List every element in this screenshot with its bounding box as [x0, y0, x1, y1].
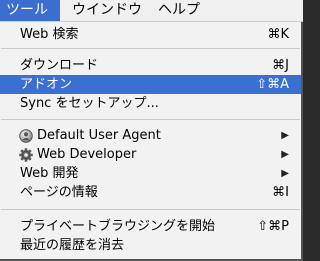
- menu-item-shortcut: ⌘J: [272, 58, 289, 73]
- gear-icon: [19, 148, 33, 162]
- menu-item-web-search[interactable]: Web 検索 ⌘K: [0, 25, 301, 44]
- submenu-arrow-icon: ▶: [281, 168, 289, 179]
- menu-item-label: ダウンロード: [20, 58, 99, 73]
- menu-item-shortcut: ⌘I: [272, 185, 289, 200]
- menu-item-web-developer[interactable]: Web Developer ▶: [0, 145, 301, 164]
- menu-item-default-user-agent[interactable]: Default User Agent ▶: [0, 126, 301, 145]
- menu-item-shortcut: ⌘K: [267, 27, 289, 42]
- menu-item-label: プライベートブラウジングを開始: [20, 219, 216, 234]
- submenu-arrow-icon: ▶: [281, 130, 289, 141]
- menu-item-label: Default User Agent: [37, 128, 161, 143]
- menu-bar: ツール ウインドウ ヘルプ: [0, 0, 303, 22]
- submenu-arrow-icon: ▶: [281, 149, 289, 160]
- menu-item-label: Sync をセットアップ...: [20, 96, 159, 111]
- menu-item-web-dev[interactable]: Web 開発 ▶: [0, 164, 301, 183]
- menu-separator: [1, 209, 300, 210]
- tools-menu-dropdown: Web 検索 ⌘K ダウンロード ⌘J アドオン ⇧⌘A Sync をセットアッ…: [0, 22, 303, 261]
- menu-item-label: ページの情報: [20, 185, 98, 200]
- user-agent-icon: [19, 129, 33, 143]
- menu-item-clear-recent-history[interactable]: 最近の履歴を消去: [0, 236, 301, 255]
- menu-item-page-info[interactable]: ページの情報 ⌘I: [0, 183, 301, 202]
- menu-item-shortcut: ⇧⌘A: [256, 77, 289, 92]
- menu-separator: [1, 119, 300, 120]
- menu-item-label: 最近の履歴を消去: [20, 238, 125, 253]
- menu-help[interactable]: ヘルプ: [152, 0, 206, 21]
- menu-item-private-browsing[interactable]: プライベートブラウジングを開始 ⇧⌘P: [0, 217, 301, 236]
- menu-tools[interactable]: ツール: [0, 0, 60, 21]
- menu-item-downloads[interactable]: ダウンロード ⌘J: [0, 56, 301, 75]
- menu-item-label: Web 開発: [20, 166, 79, 181]
- menu-window[interactable]: ウインドウ: [66, 0, 148, 21]
- menu-item-shortcut: ⇧⌘P: [257, 219, 289, 234]
- menu-item-label: アドオン: [20, 77, 73, 92]
- menu-item-sync-setup[interactable]: Sync をセットアップ...: [0, 94, 301, 113]
- menu-item-label: Web 検索: [20, 27, 79, 42]
- menu-separator: [1, 48, 300, 49]
- menu-item-label: Web Developer: [37, 147, 137, 162]
- menu-item-addons[interactable]: アドオン ⇧⌘A: [0, 75, 301, 94]
